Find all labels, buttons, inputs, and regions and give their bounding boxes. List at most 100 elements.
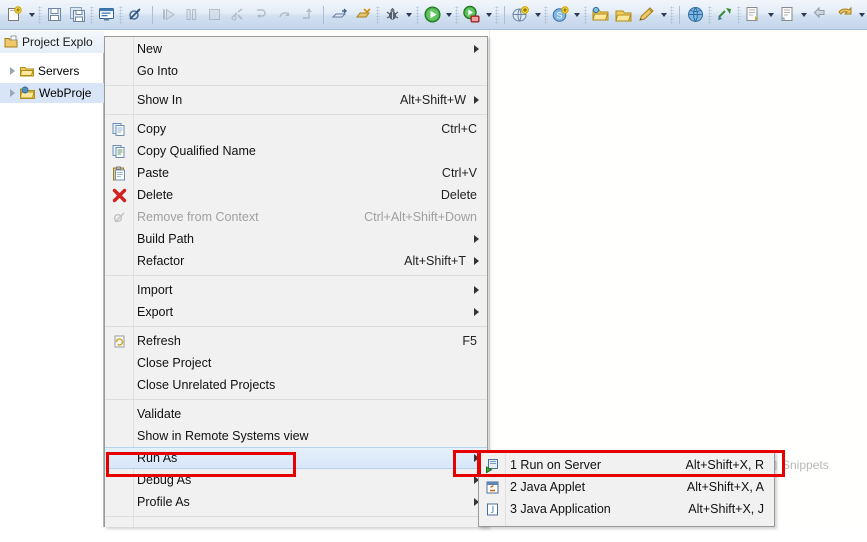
menu-item-close-unrelated-projects[interactable]: Close Unrelated Projects	[105, 374, 487, 396]
search-dropdown-arrow[interactable]	[658, 4, 669, 26]
new-server-icon[interactable]	[510, 4, 531, 26]
tree-item-webproject[interactable]: WebProje	[0, 83, 104, 103]
resume-icon[interactable]	[158, 4, 179, 26]
toolbar-separator	[503, 5, 505, 24]
submenu-arrow-icon	[474, 308, 479, 316]
menu-item-truncated[interactable]	[105, 520, 487, 542]
link-icon[interactable]	[714, 4, 735, 26]
menu-item-accelerator: Ctrl+V	[441, 166, 477, 180]
run-play-icon[interactable]	[421, 4, 442, 26]
chevron-right-icon[interactable]	[10, 89, 15, 97]
menu-item-label: Refresh	[137, 334, 181, 348]
menu-item-accelerator: F5	[462, 334, 477, 348]
svg-text:J: J	[490, 505, 494, 515]
menu-item-profile-as[interactable]: Profile As	[105, 491, 487, 513]
new-server-dropdown-arrow[interactable]	[532, 4, 543, 26]
new-file-dropdown-arrow[interactable]	[26, 4, 37, 26]
save-all-icon[interactable]	[67, 4, 88, 26]
copy-qualified-icon	[110, 142, 128, 160]
run-server-icon[interactable]	[461, 4, 482, 26]
menu-item-copy[interactable]: Copy Ctrl+C	[105, 118, 487, 140]
forward-dropdown-arrow[interactable]	[856, 4, 867, 26]
tab-project-explorer[interactable]: Project Explo	[0, 31, 104, 53]
save-icon[interactable]	[44, 4, 65, 26]
submenu-arrow-icon	[474, 96, 479, 104]
menu-item-go-into[interactable]: Go Into	[105, 60, 487, 82]
debug-bug-icon[interactable]	[382, 4, 403, 26]
debug-dropdown-arrow[interactable]	[404, 4, 415, 26]
run-server-dropdown-arrow[interactable]	[483, 4, 494, 26]
chevron-right-icon[interactable]	[10, 67, 15, 75]
menu-item-label: Show In	[137, 93, 183, 107]
menu-item-label: New	[137, 42, 163, 56]
skip-breakpoints-icon[interactable]	[125, 4, 146, 26]
menu-item-debug-as[interactable]: Debug As	[105, 469, 487, 491]
import-icon[interactable]	[613, 4, 634, 26]
open-type-icon[interactable]	[329, 4, 350, 26]
search-pencil-icon[interactable]	[636, 4, 657, 26]
menu-item-export[interactable]: Export	[105, 301, 487, 323]
step-return-icon[interactable]	[297, 4, 318, 26]
next-annotation-icon[interactable]	[743, 4, 764, 26]
submenu-item-java-application[interactable]: J 3 Java Application Alt+Shift+X, J	[479, 498, 774, 520]
menu-item-build-path[interactable]: Build Path	[105, 228, 487, 250]
menu-item-delete[interactable]: Delete Delete	[105, 184, 487, 206]
submenu-item-run-on-server[interactable]: 1 Run on Server Alt+Shift+X, R	[479, 454, 774, 476]
sql-dropdown-arrow[interactable]	[572, 4, 583, 26]
submenu-item-label: 3 Java Application	[510, 502, 611, 516]
previous-annotation-icon[interactable]	[777, 4, 798, 26]
new-file-icon[interactable]	[4, 4, 25, 26]
toolbar-separator	[151, 5, 153, 24]
step-over-icon[interactable]	[274, 4, 295, 26]
next-annotation-dropdown-arrow[interactable]	[765, 4, 776, 26]
open-task-icon[interactable]	[353, 4, 374, 26]
menu-item-label: Validate	[137, 407, 182, 421]
terminate-icon[interactable]	[204, 4, 225, 26]
remove-context-icon	[110, 208, 128, 226]
back-arrow-icon[interactable]	[811, 4, 832, 26]
menu-item-show-in-remote-systems-view[interactable]: Show in Remote Systems view	[105, 425, 487, 447]
menu-item-refactor[interactable]: Refactor Alt+Shift+T	[105, 250, 487, 272]
submenu-arrow-icon	[474, 235, 479, 243]
menu-item-label: Go Into	[137, 64, 178, 78]
context-menu: New Go Into Show In Alt+Shift+W Copy Ctr…	[104, 36, 488, 527]
toolbar-grip	[495, 5, 499, 24]
forward-arrow-icon[interactable]	[834, 4, 855, 26]
main-toolbar: S	[0, 0, 867, 30]
submenu-item-java-applet[interactable]: 2 Java Applet Alt+Shift+X, A	[479, 476, 774, 498]
submenu-item-accelerator: Alt+Shift+X, J	[688, 502, 764, 516]
submenu-arrow-icon	[474, 45, 479, 53]
sql-icon[interactable]: S	[550, 4, 571, 26]
open-folder-icon[interactable]	[589, 4, 610, 26]
menu-item-validate[interactable]: Validate	[105, 403, 487, 425]
run-dropdown-arrow[interactable]	[444, 4, 455, 26]
console-icon[interactable]	[96, 4, 117, 26]
menu-item-show-in[interactable]: Show In Alt+Shift+W	[105, 89, 487, 111]
disconnect-icon[interactable]	[227, 4, 248, 26]
run-on-server-icon	[483, 456, 501, 474]
step-into-icon[interactable]	[251, 4, 272, 26]
menu-item-close-project[interactable]: Close Project	[105, 352, 487, 374]
menu-item-paste[interactable]: Paste Ctrl+V	[105, 162, 487, 184]
menu-item-run-as[interactable]: Run As	[105, 447, 487, 469]
menu-item-new[interactable]: New	[105, 38, 487, 60]
tree-item-servers[interactable]: Servers	[0, 61, 104, 81]
project-explorer-panel: Project Explo Servers WebProje	[0, 31, 104, 527]
toolbar-grip	[707, 5, 712, 24]
menu-item-import[interactable]: Import	[105, 279, 487, 301]
menu-item-label: Copy Qualified Name	[137, 144, 256, 158]
menu-item-label: Refactor	[137, 254, 185, 268]
submenu-item-accelerator: Alt+Shift+X, A	[686, 480, 764, 494]
previous-annotation-dropdown-arrow[interactable]	[799, 4, 810, 26]
globe-icon[interactable]	[685, 4, 706, 26]
submenu-arrow-icon	[474, 257, 479, 265]
menu-item-copy-qualified-name[interactable]: Copy Qualified Name	[105, 140, 487, 162]
menu-item-label: Close Project	[137, 356, 212, 370]
folder-icon	[20, 65, 34, 78]
toolbar-grip	[90, 5, 95, 24]
suspend-icon[interactable]	[181, 4, 202, 26]
copy-icon	[110, 120, 128, 138]
toolbar-separator	[678, 5, 680, 24]
menu-item-refresh[interactable]: Refresh F5	[105, 330, 487, 352]
tree-label: Servers	[38, 64, 80, 78]
